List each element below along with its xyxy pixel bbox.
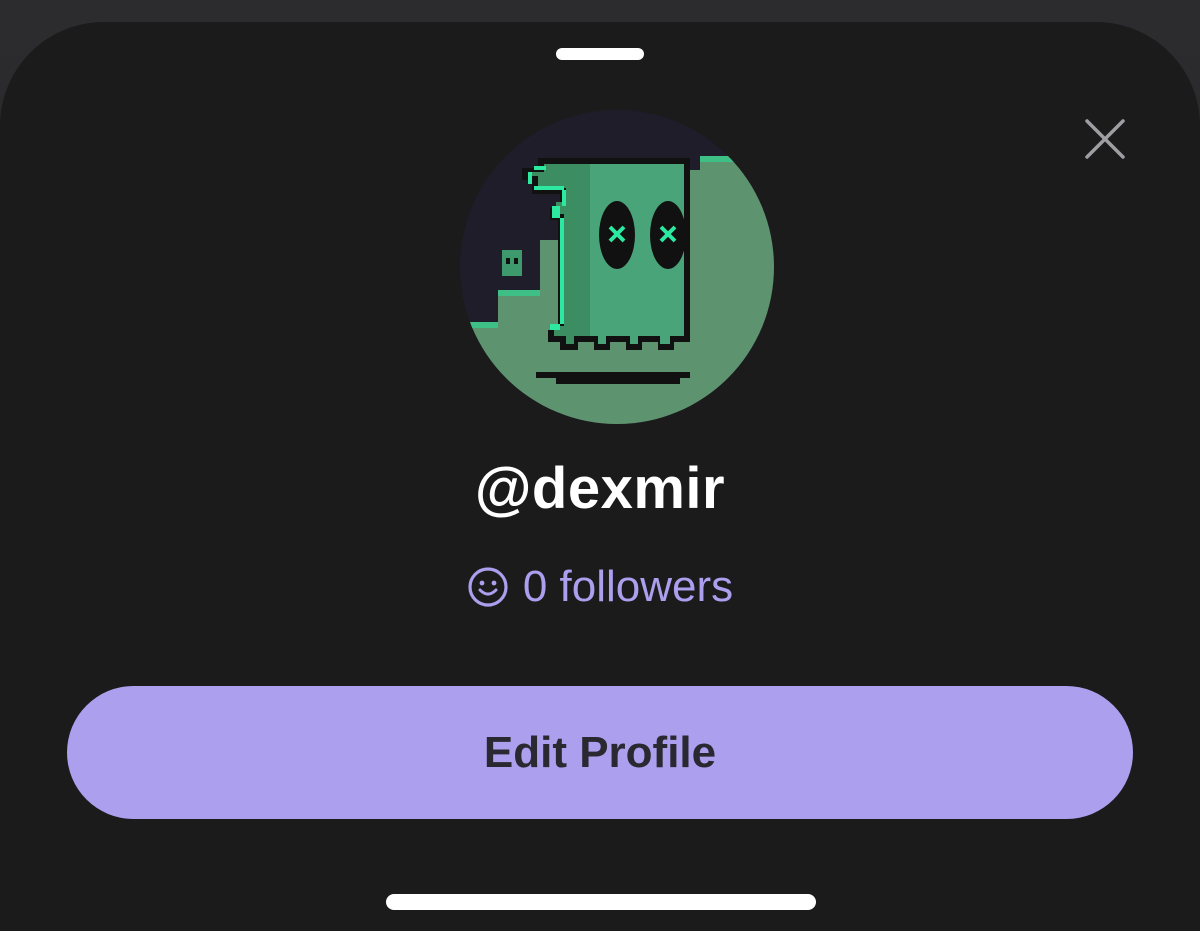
home-indicator xyxy=(386,894,816,910)
edit-profile-label: Edit Profile xyxy=(483,727,717,777)
edit-profile-button[interactable]: Edit Profile xyxy=(67,686,1133,819)
pixel-ghost-avatar xyxy=(460,110,774,424)
close-button[interactable] xyxy=(1078,112,1132,166)
close-icon xyxy=(1085,119,1125,159)
followers-count[interactable]: 0 followers xyxy=(0,562,1200,612)
sheet-grabber[interactable] xyxy=(556,48,644,60)
avatar xyxy=(460,110,774,424)
smiley-icon xyxy=(468,567,508,607)
profile-handle: @dexmir xyxy=(474,456,726,521)
followers-label: 0 followers xyxy=(522,562,734,611)
